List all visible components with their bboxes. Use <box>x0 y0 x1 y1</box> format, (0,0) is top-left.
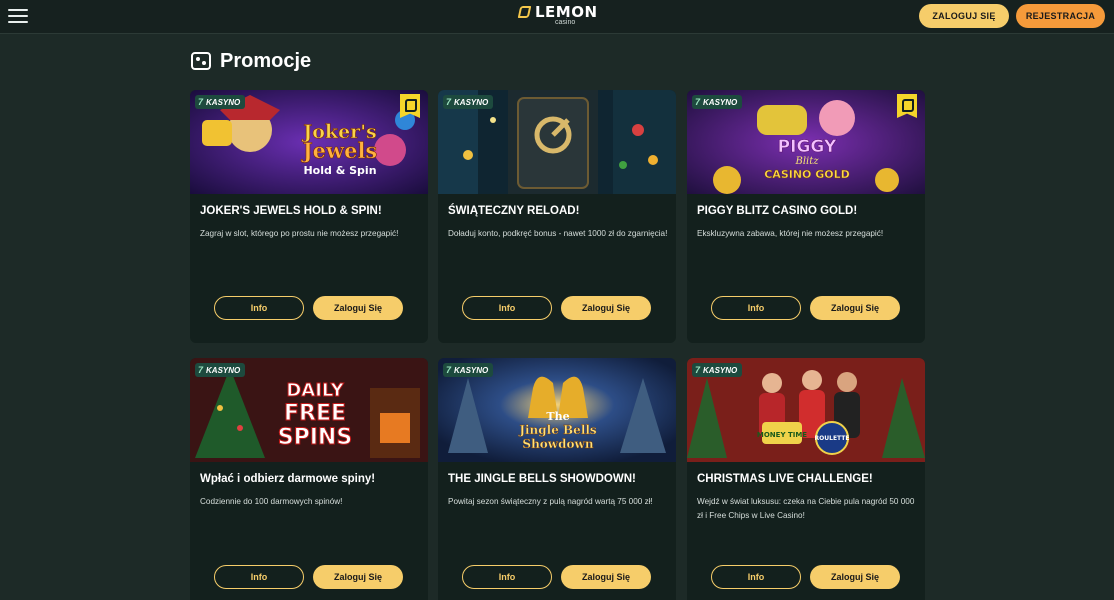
promo-description: Doładuj konto, podkręć bonus - nawet 100… <box>448 229 668 238</box>
logo[interactable]: LEMON casino <box>517 3 599 28</box>
svg-text:SPINS: SPINS <box>278 425 352 450</box>
category-badge: 7 KASYNO <box>692 95 743 109</box>
category-badge: 7 KASYNO <box>195 95 246 109</box>
promo-title: JOKER'S JEWELS HOLD & SPIN! <box>200 205 382 217</box>
info-button[interactable]: Info <box>711 296 801 320</box>
menu-icon[interactable] <box>8 9 28 25</box>
category-badge: 7 KASYNO <box>692 363 743 377</box>
svg-text:DAILY: DAILY <box>286 380 344 401</box>
promo-image[interactable]: PIGGY Blitz CASINO GOLD 7 KASYNO <box>687 90 925 194</box>
promo-description: Zagraj w slot, którego po prostu nie moż… <box>200 229 399 238</box>
page-heading: Promocje <box>191 49 311 73</box>
logo-subtext: casino <box>555 19 576 26</box>
promo-title: CHRISTMAS LIVE CHALLENGE! <box>697 473 873 485</box>
svg-text:Blitz: Blitz <box>794 156 819 167</box>
svg-text:MONEY TIME: MONEY TIME <box>757 431 807 439</box>
promo-title: ŚWIĄTECZNY RELOAD! <box>448 205 580 217</box>
promo-title: Wpłać i odbierz darmowe spiny! <box>200 473 376 485</box>
svg-text:The: The <box>546 410 569 423</box>
svg-text:PIGGY: PIGGY <box>778 137 837 157</box>
svg-text:Showdown: Showdown <box>522 437 593 451</box>
login-button[interactable]: Zaloguj Się <box>810 296 900 320</box>
promo-title: THE JINGLE BELLS SHOWDOWN! <box>448 473 636 485</box>
promo-image[interactable]: The Jingle Bells Showdown 7 KASYNO <box>438 358 676 462</box>
login-button[interactable]: Zaloguj Się <box>810 565 900 589</box>
svg-text:Hold & Spin: Hold & Spin <box>303 164 376 177</box>
category-badge: 7 KASYNO <box>443 95 494 109</box>
info-button[interactable]: Info <box>462 565 552 589</box>
info-button[interactable]: Info <box>214 296 304 320</box>
svg-text:FREE: FREE <box>284 401 346 426</box>
category-badge: 7 KASYNO <box>443 363 494 377</box>
info-button[interactable]: Info <box>711 565 801 589</box>
promo-image[interactable]: Joker's Jewels Hold & Spin 7 KASYNO <box>190 90 428 194</box>
login-button[interactable]: Zaloguj Się <box>561 565 651 589</box>
promo-card: PIGGY Blitz CASINO GOLD 7 KASYNO PIGGY BL… <box>687 90 925 343</box>
promo-card: MONEY TIME ROULETTE 7 KASYNO CHRISTMAS LI… <box>687 358 925 600</box>
promotions-icon <box>191 52 211 70</box>
promo-description: Wejdź w świat luksusu: czeka na Ciebie p… <box>697 497 915 520</box>
promo-description: Powitaj sezon świąteczny z pulą nagród w… <box>448 497 653 506</box>
promo-image[interactable]: DAILY FREE SPINS 7 KASYNO <box>190 358 428 462</box>
svg-text:CASINO GOLD: CASINO GOLD <box>764 168 850 181</box>
svg-text:ROULETTE: ROULETTE <box>815 435 850 442</box>
promo-image[interactable]: MONEY TIME ROULETTE 7 KASYNO <box>687 358 925 462</box>
top-bar: LEMON casino ZALOGUJ SIĘ REJESTRACJA <box>0 0 1114 34</box>
login-button[interactable]: Zaloguj Się <box>313 296 403 320</box>
promo-description: Ekskluzywna zabawa, której nie możesz pr… <box>697 229 884 238</box>
login-button[interactable]: Zaloguj Się <box>313 565 403 589</box>
promo-card: Joker's Jewels Hold & Spin 7 KASYNO JOKER… <box>190 90 428 343</box>
promo-card: 7 KASYNO ŚWIĄTECZNY RELOAD! Doładuj konto… <box>438 90 676 343</box>
page-title: Promocje <box>220 49 312 72</box>
category-badge: 7 KASYNO <box>195 363 246 377</box>
info-button[interactable]: Info <box>462 296 552 320</box>
svg-text:Jingle Bells: Jingle Bells <box>518 423 597 437</box>
promo-image[interactable]: 7 KASYNO <box>438 90 676 194</box>
login-button[interactable]: Zaloguj Się <box>561 296 651 320</box>
promo-card: DAILY FREE SPINS 7 KASYNO Wpłać i odbierz… <box>190 358 428 600</box>
promo-card: The Jingle Bells Showdown 7 KASYNO THE JI… <box>438 358 676 600</box>
header-login-button[interactable]: ZALOGUJ SIĘ <box>919 4 1009 28</box>
promo-description: Codziennie do 100 darmowych spinów! <box>200 497 343 506</box>
lemon-logo-icon <box>517 6 532 18</box>
header-register-button[interactable]: REJESTRACJA <box>1016 4 1105 28</box>
promo-title: PIGGY BLITZ CASINO GOLD! <box>697 205 858 217</box>
info-button[interactable]: Info <box>214 565 304 589</box>
svg-text:Jewels: Jewels <box>301 138 378 163</box>
